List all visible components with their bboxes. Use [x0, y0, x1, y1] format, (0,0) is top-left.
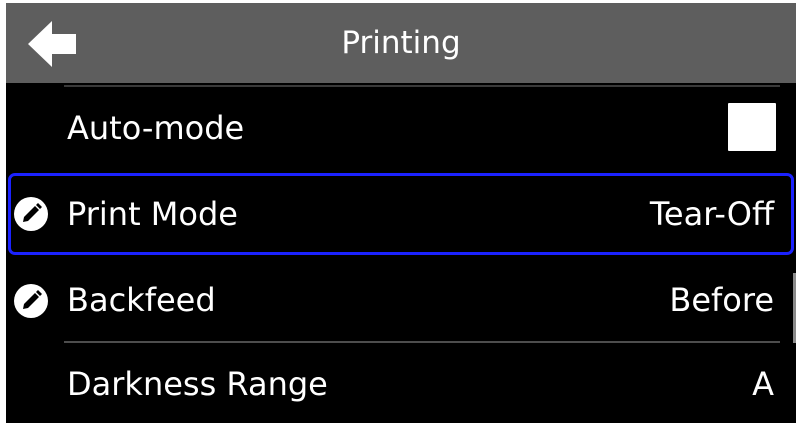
darkness-range-value: A [752, 365, 774, 403]
setting-row-auto-mode[interactable]: Auto-mode [6, 87, 796, 169]
print-mode-value: Tear-Off [649, 195, 774, 233]
backfeed-label: Backfeed [67, 281, 216, 319]
scrollbar[interactable] [793, 273, 796, 343]
page-title: Printing [341, 25, 461, 61]
darkness-range-label: Darkness Range [67, 365, 328, 403]
header-bar: Printing [6, 3, 796, 83]
auto-mode-label: Auto-mode [67, 109, 245, 147]
setting-row-print-mode[interactable]: Print Mode Tear-Off [8, 173, 794, 255]
back-button[interactable] [28, 21, 78, 67]
pencil-icon [13, 196, 49, 232]
pencil-icon [13, 283, 49, 319]
arrow-left-icon [28, 21, 78, 67]
divider [64, 85, 780, 87]
print-mode-label: Print Mode [67, 195, 238, 233]
setting-row-backfeed[interactable]: Backfeed Before [6, 259, 796, 341]
setting-row-darkness-range[interactable]: Darkness Range A [6, 343, 796, 423]
printer-screen: Printing Auto-mode Print Mode Tear-Off B… [6, 3, 796, 423]
backfeed-value: Before [669, 281, 774, 319]
auto-mode-checkbox[interactable] [728, 103, 776, 151]
